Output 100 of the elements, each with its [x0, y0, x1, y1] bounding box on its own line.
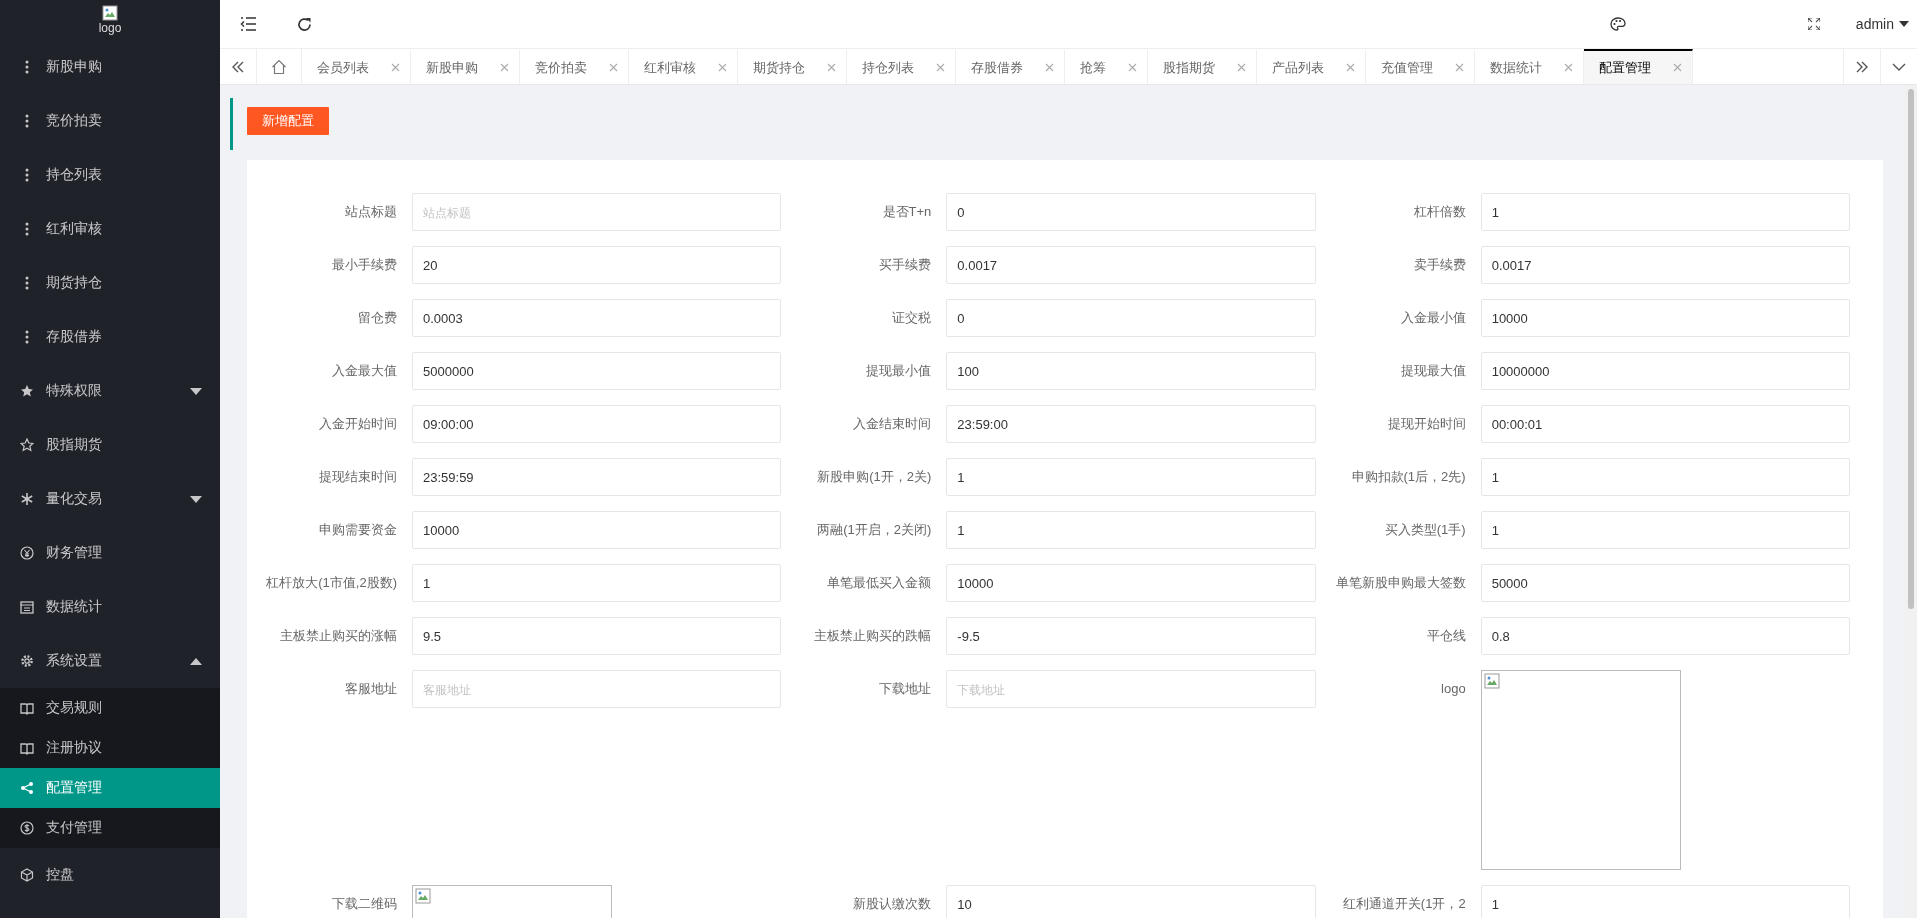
sidebar-item[interactable]: 竞价拍卖 [0, 94, 220, 148]
field-label: 卖手续费 [1412, 256, 1467, 274]
close-icon[interactable] [1673, 63, 1682, 72]
input-field[interactable]: 23:59:00 [946, 405, 1316, 443]
input-field[interactable]: 1 [946, 511, 1316, 549]
field-label: 新股认缴次数 [852, 895, 933, 913]
gear-icon [20, 654, 34, 668]
input-field[interactable]: 1 [412, 564, 782, 602]
close-icon[interactable] [609, 63, 618, 72]
tab[interactable]: 存股借券 [956, 49, 1065, 84]
input-field[interactable]: 5000000 [412, 352, 782, 390]
sidebar-item[interactable]: 财务管理 [0, 526, 220, 580]
input-field[interactable]: 9.5 [412, 617, 782, 655]
input-field[interactable]: 0.0017 [946, 246, 1316, 284]
field-label: 站点标题 [344, 203, 398, 221]
close-icon[interactable] [718, 63, 727, 72]
sidebar-item[interactable]: 持仓列表 [0, 148, 220, 202]
sidebar-item[interactable]: 存股借券 [0, 310, 220, 364]
tab[interactable]: 期货持仓 [738, 49, 847, 84]
tab[interactable]: 产品列表 [1257, 49, 1366, 84]
close-icon[interactable] [936, 63, 945, 72]
double-left-icon[interactable] [231, 60, 245, 73]
field-label: 杠杆倍数 [1412, 203, 1467, 221]
sidebar-item[interactable]: 期货持仓 [0, 256, 220, 310]
sidebar-item[interactable]: 配置管理 [0, 768, 220, 808]
share-icon [20, 781, 34, 795]
field-label: 提现最大值 [1399, 362, 1467, 380]
input-field[interactable]: 100 [946, 352, 1316, 390]
calendar-icon [20, 600, 34, 614]
input-field[interactable]: 1 [946, 458, 1316, 496]
field-label: 提现开始时间 [1386, 415, 1467, 433]
input-field[interactable]: 23:59:59 [412, 458, 782, 496]
double-right-icon[interactable] [1855, 60, 1869, 73]
input-field[interactable]: 10000 [946, 564, 1316, 602]
tab[interactable]: 抢筹 [1065, 49, 1148, 84]
close-icon[interactable] [1564, 63, 1573, 72]
sidebar-item[interactable]: 新股申购 [0, 40, 220, 94]
sidebar-item[interactable]: 支付管理 [0, 808, 220, 848]
user-menu[interactable]: admin [1841, 0, 1917, 48]
input-field[interactable]: 10000 [1480, 299, 1850, 337]
input-field[interactable]: 客服地址 [412, 670, 782, 708]
scrollbar[interactable] [1905, 85, 1917, 918]
sidebar-item[interactable]: 量化交易 [0, 472, 220, 526]
input-field[interactable]: 0.0003 [412, 299, 782, 337]
close-icon[interactable] [391, 63, 400, 72]
input-field[interactable]: 0.0017 [1480, 246, 1850, 284]
input-field[interactable]: 0 [946, 299, 1316, 337]
palette-icon[interactable] [1609, 17, 1626, 31]
input-field[interactable]: 1 [1480, 193, 1850, 231]
close-icon[interactable] [1045, 63, 1054, 72]
field-label: 提现最小值 [865, 362, 933, 380]
sidebar-item[interactable]: 特殊权限 [0, 364, 220, 418]
sidebar-item[interactable]: 系统设置 [0, 634, 220, 688]
tab[interactable]: 配置管理 [1584, 49, 1693, 84]
close-icon[interactable] [1128, 63, 1137, 72]
input-field[interactable]: 1 [1480, 458, 1850, 496]
field-label: 买手续费 [878, 256, 933, 274]
sidebar-item[interactable]: 股指期货 [0, 418, 220, 472]
field-label: 申购需要资金 [318, 521, 398, 539]
close-icon[interactable] [827, 63, 836, 72]
input-field[interactable]: 10000000 [1480, 352, 1850, 390]
field-label: 客服地址 [344, 680, 398, 698]
tab[interactable]: 持仓列表 [847, 49, 956, 84]
chevron-down-icon[interactable] [1892, 62, 1906, 71]
sidebar-item[interactable]: 注册协议 [0, 728, 220, 768]
fullscreen-icon[interactable] [1807, 18, 1820, 30]
tab[interactable]: 竞价拍卖 [520, 49, 629, 84]
input-field[interactable]: 1 [1480, 511, 1850, 549]
field-label: 下载二维码 [331, 895, 398, 913]
close-icon[interactable] [1237, 63, 1246, 72]
input-field[interactable]: 09:00:00 [412, 405, 782, 443]
sidebar-item[interactable]: 数据统计 [0, 580, 220, 634]
book-icon [20, 701, 34, 715]
tab[interactable]: 股指期货 [1148, 49, 1257, 84]
sidebar-item[interactable]: 红利审核 [0, 202, 220, 256]
input-field[interactable]: 0 [946, 193, 1316, 231]
dollar-icon [20, 821, 34, 835]
close-icon[interactable] [1346, 63, 1355, 72]
tab[interactable]: 会员列表 [302, 49, 411, 84]
input-field[interactable]: 10 [946, 885, 1316, 918]
tab[interactable]: 红利审核 [629, 49, 738, 84]
input-field[interactable]: 50000 [1480, 564, 1850, 602]
menu-fold-icon[interactable] [240, 17, 256, 31]
field-label: 下载地址 [878, 680, 933, 698]
sidebar-item[interactable]: 控盘 [0, 848, 220, 902]
home-icon[interactable] [271, 58, 287, 75]
close-icon[interactable] [500, 63, 509, 72]
sidebar-item[interactable]: 交易规则 [0, 688, 220, 728]
input-field[interactable]: 00:00:01 [1480, 405, 1850, 443]
refresh-icon[interactable] [296, 16, 312, 32]
input-field[interactable]: 0.8 [1480, 617, 1850, 655]
field-label: 单笔新股申购最大签数 [1334, 574, 1467, 592]
close-icon[interactable] [1455, 63, 1464, 72]
input-field[interactable]: 10000 [412, 511, 782, 549]
tab[interactable]: 充值管理 [1366, 49, 1475, 84]
input-field[interactable]: 下载地址 [946, 670, 1316, 708]
input-field[interactable]: 1 [1480, 885, 1850, 918]
input-field[interactable]: 20 [412, 246, 782, 284]
input-field[interactable]: -9.5 [946, 617, 1316, 655]
tab[interactable]: 新股申购 [411, 49, 520, 84]
